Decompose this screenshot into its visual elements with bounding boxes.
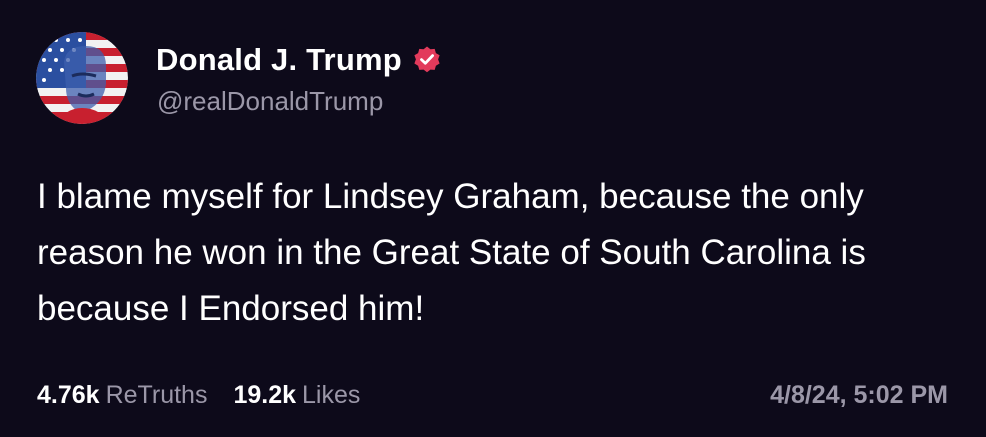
- post-card: Donald J. Trump @realDonaldTrump I blame…: [0, 0, 986, 437]
- retruths-count: 4.76k: [37, 380, 100, 409]
- post-stats: 4.76k ReTruths 19.2k Likes: [37, 377, 386, 413]
- author-handle[interactable]: @realDonaldTrump: [157, 86, 383, 117]
- avatar[interactable]: [36, 32, 128, 124]
- post-timestamp: 4/8/24, 5:02 PM: [770, 381, 948, 409]
- verified-badge-icon: [412, 45, 442, 75]
- likes-count: 19.2k: [233, 380, 297, 409]
- flag-portrait-icon: [36, 32, 128, 124]
- author-display-name[interactable]: Donald J. Trump: [156, 42, 402, 78]
- post-text: I blame myself for Lindsey Graham, becau…: [37, 177, 866, 328]
- likes-label: Likes: [302, 380, 361, 409]
- author-name-row: Donald J. Trump: [156, 40, 442, 80]
- likes-stat[interactable]: 19.2k Likes: [233, 381, 360, 410]
- retruths-stat[interactable]: 4.76k ReTruths: [37, 381, 207, 410]
- retruths-label: ReTruths: [105, 380, 208, 409]
